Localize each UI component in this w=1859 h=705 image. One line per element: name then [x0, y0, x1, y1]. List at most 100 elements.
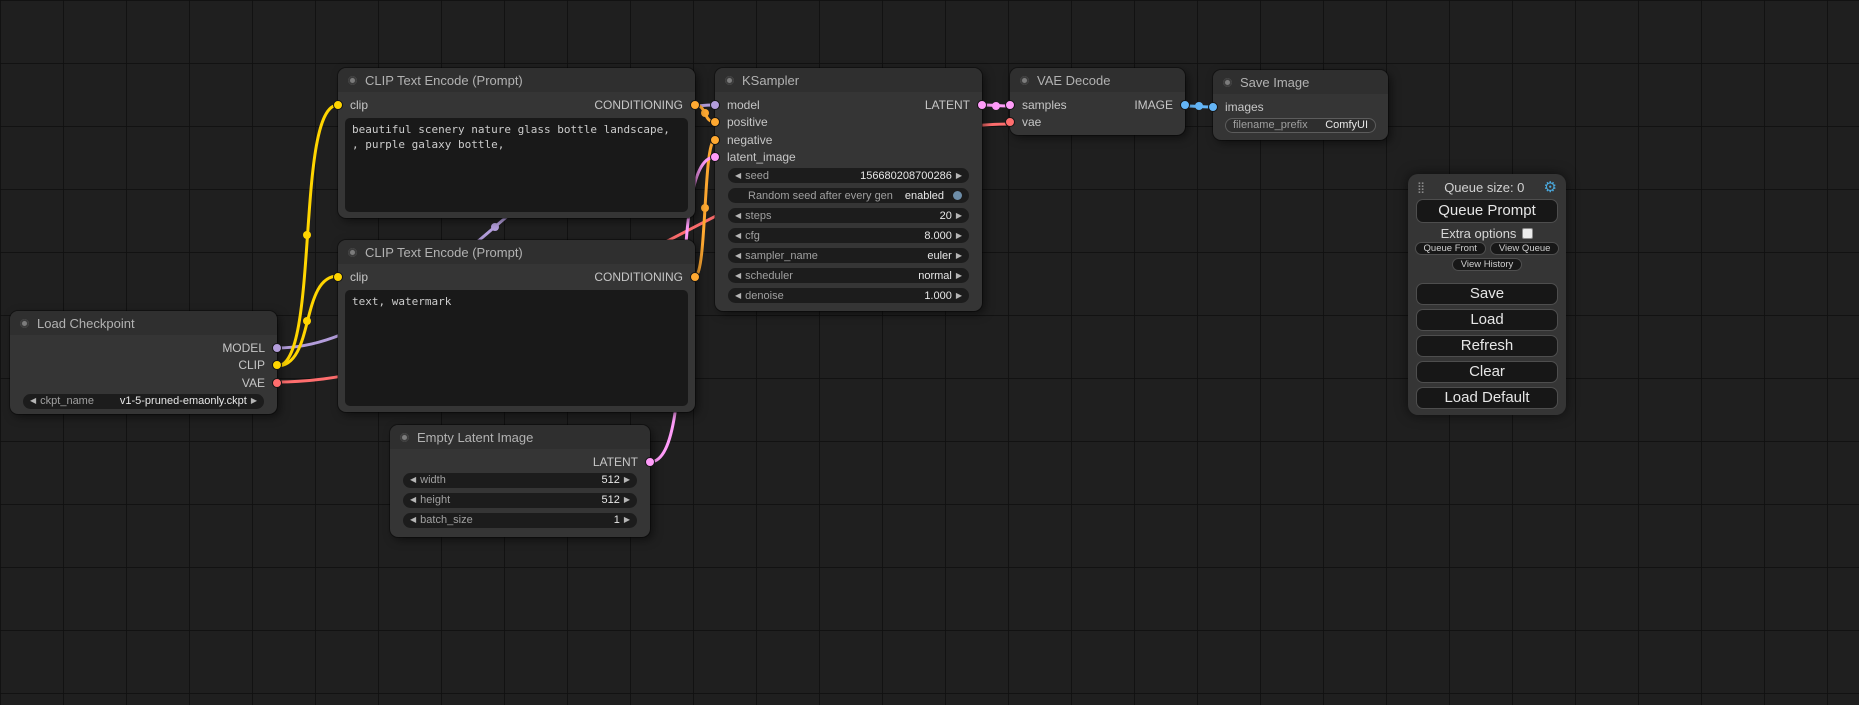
slot-label: MODEL	[222, 341, 265, 355]
right-arrow-icon[interactable]: ▶	[956, 232, 962, 240]
node-title-bar[interactable]: VAE Decode	[1010, 68, 1185, 92]
collapse-toggle-icon[interactable]	[400, 433, 409, 442]
left-arrow-icon[interactable]: ◀	[410, 516, 416, 524]
queue-size-label: Queue size: 0	[1444, 180, 1524, 195]
prompt-textarea[interactable]: beautiful scenery nature glass bottle la…	[345, 118, 688, 212]
input-dot-images[interactable]	[1208, 102, 1218, 112]
clear-button[interactable]: Clear	[1416, 361, 1558, 383]
extra-options-checkbox[interactable]	[1522, 228, 1533, 239]
wire-dot-clip-negative	[303, 317, 311, 325]
input-dot-samples[interactable]	[1005, 100, 1015, 110]
widget-label: batch_size	[420, 514, 473, 526]
node-title-bar[interactable]: Load Checkpoint	[10, 311, 277, 335]
widget-seed[interactable]: ◀ seed 156680208700286 ▶	[728, 168, 969, 183]
save-button[interactable]: Save	[1416, 283, 1558, 305]
widget-sampler-name[interactable]: ◀ sampler_name euler ▶	[728, 248, 969, 263]
view-queue-button[interactable]: View Queue	[1490, 242, 1560, 255]
node-title-bar[interactable]: Save Image	[1213, 70, 1388, 94]
node-clip-text-encode-negative[interactable]: CLIP Text Encode (Prompt) clip CONDITION…	[338, 240, 695, 412]
collapse-toggle-icon[interactable]	[1020, 76, 1029, 85]
output-dot-latent[interactable]	[977, 100, 987, 110]
node-vae-decode[interactable]: VAE Decode samples vae IMAGE	[1010, 68, 1185, 135]
widget-value: 512	[601, 474, 619, 486]
collapse-toggle-icon[interactable]	[1223, 78, 1232, 87]
left-arrow-icon[interactable]: ◀	[735, 292, 741, 300]
output-dot-vae[interactable]	[272, 378, 282, 388]
node-title-bar[interactable]: Empty Latent Image	[390, 425, 650, 449]
right-arrow-icon[interactable]: ▶	[956, 172, 962, 180]
input-dot-clip[interactable]	[333, 100, 343, 110]
collapse-toggle-icon[interactable]	[20, 319, 29, 328]
right-arrow-icon[interactable]: ▶	[956, 212, 962, 220]
widget-ckpt-name[interactable]: ◀ ckpt_name v1-5-pruned-emaonly.ckpt ▶	[23, 394, 264, 409]
input-dot-positive[interactable]	[710, 117, 720, 127]
node-save-image[interactable]: Save Image images filename_prefix ComfyU…	[1213, 70, 1388, 140]
node-title-bar[interactable]: CLIP Text Encode (Prompt)	[338, 68, 695, 92]
output-dot-conditioning[interactable]	[690, 100, 700, 110]
queue-panel: ⣿ Queue size: 0 ⚙ Queue Prompt Extra opt…	[1408, 174, 1566, 415]
refresh-button[interactable]: Refresh	[1416, 335, 1558, 357]
left-arrow-icon[interactable]: ◀	[410, 476, 416, 484]
collapse-toggle-icon[interactable]	[348, 76, 357, 85]
widget-height[interactable]: ◀ height 512 ▶	[403, 493, 637, 508]
right-arrow-icon[interactable]: ▶	[624, 496, 630, 504]
right-arrow-icon[interactable]: ▶	[624, 476, 630, 484]
load-default-button[interactable]: Load Default	[1416, 387, 1558, 409]
drag-handle-icon[interactable]: ⣿	[1417, 181, 1425, 194]
widget-batch-size[interactable]: ◀ batch_size 1 ▶	[403, 513, 637, 528]
widget-random-seed-toggle[interactable]: Random seed after every gen enabled	[728, 188, 969, 203]
right-arrow-icon[interactable]: ▶	[956, 272, 962, 280]
left-arrow-icon[interactable]: ◀	[735, 252, 741, 260]
left-arrow-icon[interactable]: ◀	[735, 272, 741, 280]
prompt-textarea[interactable]: text, watermark	[345, 290, 688, 406]
right-arrow-icon[interactable]: ▶	[956, 252, 962, 260]
left-arrow-icon[interactable]: ◀	[735, 172, 741, 180]
right-arrow-icon[interactable]: ▶	[956, 292, 962, 300]
queue-front-button[interactable]: Queue Front	[1415, 242, 1486, 255]
widget-cfg[interactable]: ◀ cfg 8.000 ▶	[728, 228, 969, 243]
node-load-checkpoint[interactable]: Load Checkpoint MODEL CLIP VAE ◀ ckpt_na…	[10, 311, 277, 414]
input-dot-latent-image[interactable]	[710, 152, 720, 162]
node-title: VAE Decode	[1037, 73, 1110, 88]
node-title: Empty Latent Image	[417, 430, 533, 445]
node-ksampler[interactable]: KSampler model positive negative latent_…	[715, 68, 982, 311]
input-dot-clip[interactable]	[333, 272, 343, 282]
output-dot-latent[interactable]	[645, 457, 655, 467]
load-button[interactable]: Load	[1416, 309, 1558, 331]
widget-steps[interactable]: ◀ steps 20 ▶	[728, 208, 969, 223]
view-history-button[interactable]: View History	[1452, 258, 1523, 271]
output-dot-model[interactable]	[272, 343, 282, 353]
slot-label: VAE	[242, 376, 265, 390]
toggle-dot-icon[interactable]	[953, 191, 962, 200]
queue-front-view-row: Queue Front View Queue	[1408, 242, 1566, 255]
widget-denoise[interactable]: ◀ denoise 1.000 ▶	[728, 288, 969, 303]
output-dot-clip[interactable]	[272, 360, 282, 370]
output-dot-image[interactable]	[1180, 100, 1190, 110]
wire-dot-image	[1195, 102, 1203, 110]
left-arrow-icon[interactable]: ◀	[735, 232, 741, 240]
input-dot-model[interactable]	[710, 100, 720, 110]
widget-scheduler[interactable]: ◀ scheduler normal ▶	[728, 268, 969, 283]
node-title-bar[interactable]: KSampler	[715, 68, 982, 92]
collapse-toggle-icon[interactable]	[348, 248, 357, 257]
right-arrow-icon[interactable]: ▶	[251, 397, 257, 405]
slot-label: LATENT	[925, 98, 970, 112]
node-empty-latent-image[interactable]: Empty Latent Image LATENT ◀ width 512 ▶ …	[390, 425, 650, 537]
slot-label: positive	[727, 115, 768, 129]
settings-gear-icon[interactable]: ⚙	[1544, 178, 1557, 196]
collapse-toggle-icon[interactable]	[725, 76, 734, 85]
left-arrow-icon[interactable]: ◀	[410, 496, 416, 504]
widget-width[interactable]: ◀ width 512 ▶	[403, 473, 637, 488]
node-title-bar[interactable]: CLIP Text Encode (Prompt)	[338, 240, 695, 264]
right-arrow-icon[interactable]: ▶	[624, 516, 630, 524]
queue-prompt-button[interactable]: Queue Prompt	[1416, 199, 1558, 223]
widget-value: 1	[614, 514, 620, 526]
output-dot-conditioning[interactable]	[690, 272, 700, 282]
input-dot-vae[interactable]	[1005, 117, 1015, 127]
input-dot-negative[interactable]	[710, 135, 720, 145]
left-arrow-icon[interactable]: ◀	[735, 212, 741, 220]
node-clip-text-encode-positive[interactable]: CLIP Text Encode (Prompt) clip CONDITION…	[338, 68, 695, 218]
widget-filename-prefix[interactable]: filename_prefix ComfyUI	[1225, 118, 1376, 133]
slot-label: LATENT	[593, 455, 638, 469]
left-arrow-icon[interactable]: ◀	[30, 397, 36, 405]
